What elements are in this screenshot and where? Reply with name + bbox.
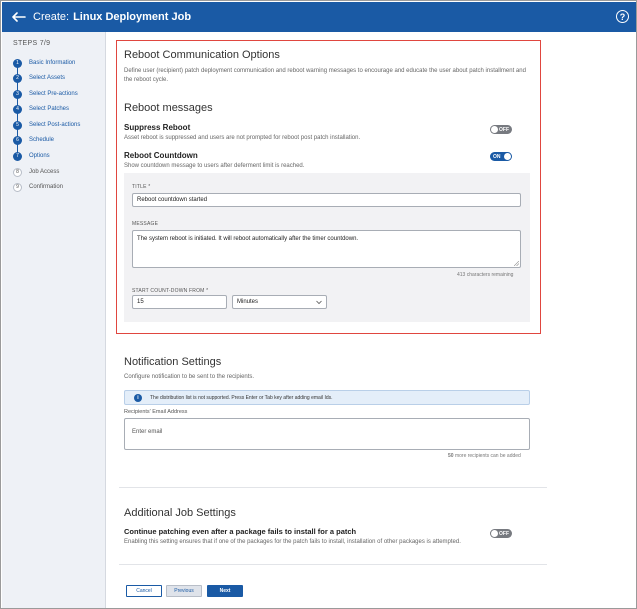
suppress-reboot-label: Suppress Reboot <box>124 123 191 132</box>
step-number: 6 <box>13 135 22 145</box>
countdown-field-label: START COUNT-DOWN FROM * <box>132 288 209 294</box>
additional-settings-title: Additional Job Settings <box>124 507 236 519</box>
step-job-access[interactable]: 8 Job Access <box>13 166 59 178</box>
page-title-prefix: Create: <box>33 11 70 23</box>
step-label: Options <box>29 153 50 159</box>
step-confirmation[interactable]: 9 Confirmation <box>13 181 63 193</box>
toggle-knob <box>491 530 498 537</box>
step-select-post-actions[interactable]: 5 Select Post-actions <box>13 119 80 131</box>
step-label: Select Post-actions <box>29 122 81 128</box>
steps-sidebar: STEPS 7/9 1 Basic Information 2 Select A… <box>2 32 106 608</box>
step-label: Select Patches <box>29 106 70 112</box>
recipients-count: 50 <box>448 453 454 459</box>
step-number: 9 <box>13 182 22 192</box>
step-number: 2 <box>13 73 22 83</box>
section-divider <box>119 564 547 565</box>
app-window: Create: Linux Deployment Job ? STEPS 7/9… <box>0 0 637 609</box>
chevron-down-icon <box>316 300 322 305</box>
countdown-unit-value: Minutes <box>237 299 259 305</box>
info-icon: i <box>134 393 142 402</box>
countdown-unit-select[interactable]: Minutes <box>232 295 327 309</box>
reboot-messages-title: Reboot messages <box>124 102 213 114</box>
reboot-countdown-label: Reboot Countdown <box>124 151 198 160</box>
step-label: Basic Information <box>29 60 76 66</box>
reboot-communication-title: Reboot Communication Options <box>124 49 280 61</box>
step-number: 8 <box>13 167 22 177</box>
recipients-email-label: Recipients' Email Address <box>124 409 188 415</box>
step-select-patches[interactable]: 4 Select Patches <box>13 103 69 115</box>
recipients-remaining: 50 more recipients can be added <box>448 453 521 459</box>
suppress-reboot-toggle[interactable]: OFF <box>490 125 512 134</box>
distribution-info-banner: i The distribution list is not supported… <box>124 390 530 405</box>
continue-patching-description: Enabling this setting ensures that if on… <box>124 539 461 545</box>
step-label: Job Access <box>29 169 60 175</box>
notification-settings-title: Notification Settings <box>124 356 222 368</box>
step-select-assets[interactable]: 2 Select Assets <box>13 72 65 84</box>
recipients-remaining-text: more recipients can be added <box>454 453 521 459</box>
title-field-label: TITLE * <box>132 184 151 190</box>
step-label: Select Pre-actions <box>29 91 78 97</box>
step-schedule[interactable]: 6 Schedule <box>13 134 54 146</box>
step-select-pre-actions[interactable]: 3 Select Pre-actions <box>13 88 78 100</box>
next-button[interactable]: Next <box>207 585 243 597</box>
top-bar: Create: Linux Deployment Job ? <box>2 2 636 32</box>
toggle-state-text: OFF <box>499 530 509 537</box>
step-number: 1 <box>13 58 22 68</box>
step-number: 7 <box>13 151 22 161</box>
step-label: Schedule <box>29 137 55 143</box>
info-banner-text: The distribution list is not supported. … <box>150 394 333 401</box>
toggle-state-text: ON <box>493 153 501 160</box>
continue-patching-toggle[interactable]: OFF <box>490 529 512 538</box>
resize-grip-icon[interactable] <box>514 261 519 266</box>
step-number: 5 <box>13 120 22 130</box>
page-title: Linux Deployment Job <box>73 11 192 23</box>
step-label: Select Assets <box>29 75 66 81</box>
email-input[interactable]: Enter email <box>124 418 530 450</box>
toggle-knob <box>504 153 511 160</box>
message-field-label: MESSAGE <box>132 221 159 227</box>
toggle-state-text: OFF <box>499 126 509 133</box>
toggle-knob <box>491 126 498 133</box>
previous-button[interactable]: Previous <box>166 585 202 597</box>
reboot-communication-description: Define user (recipient) patch deployment… <box>124 68 526 83</box>
step-number: 3 <box>13 89 22 99</box>
message-text: The system reboot is initiated. It will … <box>137 236 359 242</box>
back-arrow-icon[interactable] <box>8 6 30 28</box>
countdown-input[interactable]: 15 <box>132 295 227 309</box>
cancel-button[interactable]: Cancel <box>126 585 162 597</box>
steps-title: STEPS 7/9 <box>13 40 51 47</box>
suppress-reboot-description: Asset reboot is suppressed and users are… <box>124 135 361 141</box>
title-input[interactable]: Reboot countdown started <box>132 193 521 207</box>
message-textarea[interactable]: The system reboot is initiated. It will … <box>132 230 521 268</box>
step-basic-information[interactable]: 1 Basic Information <box>13 57 75 69</box>
step-number: 4 <box>13 104 22 114</box>
continue-patching-label: Continue patching even after a package f… <box>124 527 357 536</box>
help-icon[interactable]: ? <box>616 10 629 23</box>
step-label: Confirmation <box>29 184 64 190</box>
section-divider <box>119 487 547 488</box>
reboot-countdown-toggle[interactable]: ON <box>490 152 512 161</box>
reboot-countdown-description: Show countdown message to users after de… <box>124 163 305 169</box>
step-options[interactable]: 7 Options <box>13 150 50 162</box>
characters-remaining: 413 characters remaining <box>457 272 514 278</box>
notification-settings-description: Configure notification to be sent to the… <box>124 374 255 380</box>
